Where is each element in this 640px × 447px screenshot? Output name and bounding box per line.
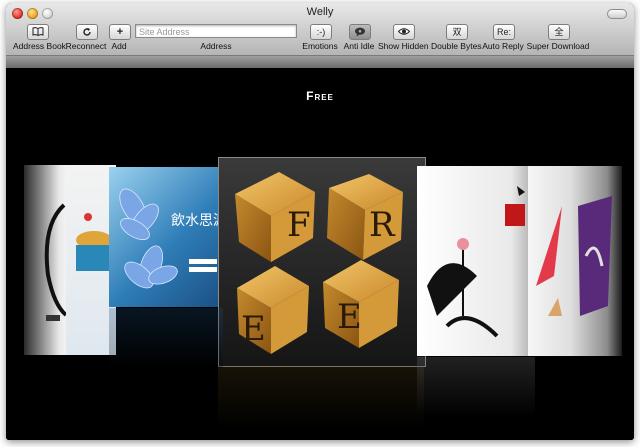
reload-icon	[83, 27, 91, 36]
purple-art-image	[578, 196, 612, 316]
coverflow-card-right-2[interactable]	[528, 166, 576, 356]
address-book-label: Address Book	[13, 41, 66, 51]
toolbar: Welly Address Book Reconnect + Add Site …	[6, 3, 634, 56]
toolbar-separator	[6, 56, 634, 68]
cube-letter: R	[369, 205, 396, 245]
double-bytes-button[interactable]: 双	[446, 24, 468, 40]
anti-idle-label: Anti Idle	[343, 41, 375, 51]
app-window: Welly Address Book Reconnect + Add Site …	[6, 3, 634, 440]
super-download-label: Super Download	[526, 41, 590, 51]
address-label: Address	[200, 41, 232, 51]
coverflow-card-blue[interactable]: 飲水思源	[109, 167, 223, 307]
window-title: Welly	[306, 6, 334, 18]
show-hidden-button[interactable]	[393, 24, 415, 40]
emotions-label: Emotions	[302, 41, 338, 51]
coverflow-view[interactable]: Free 飲水思源 F R E E	[6, 68, 634, 440]
speech-bubble-icon	[355, 27, 365, 37]
add-button[interactable]: +	[109, 24, 131, 40]
coverflow-card-lotus[interactable]	[417, 166, 535, 356]
book-icon	[32, 27, 44, 37]
lotus-ink-image	[427, 186, 525, 338]
coverflow-card-far-right[interactable]	[572, 166, 622, 356]
pink-shape-image	[536, 206, 562, 316]
reconnect-label: Reconnect	[65, 41, 107, 51]
emotions-button[interactable]: :-)	[310, 24, 332, 40]
toolbar-toggle-button[interactable]	[607, 9, 627, 19]
blue-card-reflection	[109, 308, 223, 368]
super-download-button[interactable]: 全	[548, 24, 570, 40]
show-hidden-label: Show Hidden	[378, 41, 429, 51]
anti-idle-button[interactable]	[349, 24, 371, 40]
site-address-input[interactable]: Site Address	[135, 24, 297, 38]
selected-site-title: Free	[306, 89, 334, 103]
selected-card-reflection	[218, 366, 424, 440]
auto-reply-button[interactable]: Re:	[493, 24, 515, 40]
cube-letter: F	[287, 205, 311, 245]
orchid-image: 飲水思源	[119, 188, 223, 289]
auto-reply-label: Auto Reply	[482, 41, 524, 51]
free-cubes-image: F R E E	[235, 172, 403, 354]
reconnect-button[interactable]	[76, 24, 98, 40]
svg-text:飲水思源: 飲水思源	[171, 213, 223, 229]
eye-icon	[397, 28, 411, 35]
cube-letter: E	[337, 297, 362, 337]
lotus-card-reflection	[417, 357, 535, 417]
coverflow-card-selected[interactable]: F R E E	[218, 157, 426, 367]
double-bytes-label: Double Bytes	[431, 41, 482, 51]
address-book-button[interactable]	[27, 24, 49, 40]
add-label: Add	[111, 41, 127, 51]
cube-letter: E	[241, 309, 266, 349]
